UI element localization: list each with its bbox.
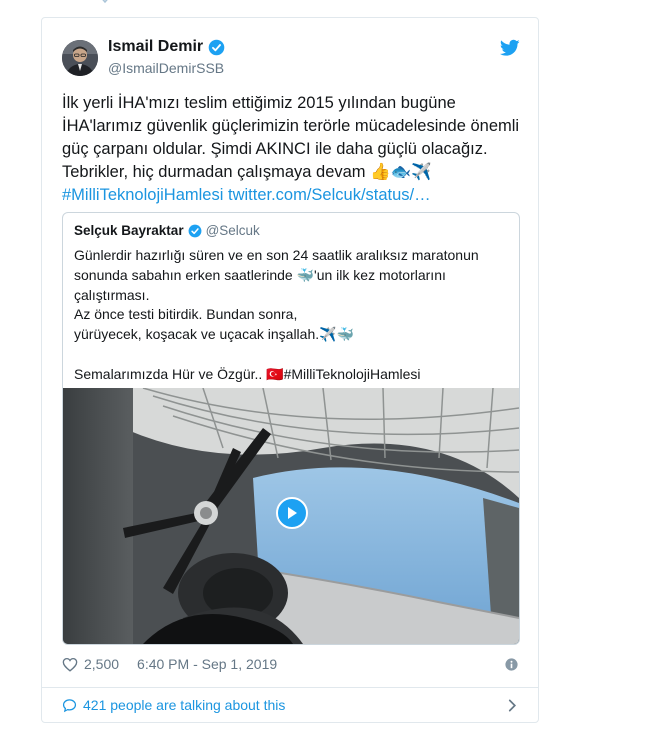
quoted-tweet[interactable]: Selçuk Bayraktar @Selcuk Günlerdir hazır… (62, 212, 520, 645)
tweet-text-line: güç çarpanı oldular. Şimdi AKINCI ile da… (62, 140, 488, 158)
hashtag-link[interactable]: #MilliTeknolojiHamlesi (62, 186, 223, 204)
author-name[interactable]: Ismail Demir (108, 38, 225, 56)
embedded-tweet-card[interactable]: Ismail Demir @IsmailDemirSSB İlk yerli İ… (41, 17, 539, 723)
avatar-photo (62, 40, 98, 76)
quoted-tweet-header: Selçuk Bayraktar @Selcuk (74, 223, 260, 238)
comment-icon (62, 698, 77, 712)
author-handle[interactable]: @IsmailDemirSSB (108, 60, 224, 76)
quoted-text-line: yürüyecek, koşacak ve uçacak inşallah.✈️… (74, 326, 354, 343)
video-thumbnail[interactable] (63, 388, 519, 644)
quoted-text-line: Semalarımızda Hür ve Özgür.. 🇹🇷#MilliTek… (74, 365, 421, 382)
quoted-text-line: Günlerdir hazırlığı süren ve en son 24 s… (74, 247, 479, 263)
like-count[interactable]: 2,500 (84, 656, 119, 672)
status-link[interactable]: twitter.com/Selcuk/status/… (228, 186, 431, 204)
quoted-author-name[interactable]: Selçuk Bayraktar (74, 223, 184, 238)
tweet-text-line: İHA'larımız güvenlik güçlerimizin terörl… (62, 117, 520, 135)
quoted-text-line: sonunda sabahın erken saatlerinde 🐳'un i… (74, 266, 446, 283)
divider (42, 687, 538, 688)
tweet-timestamp[interactable]: 6:40 PM - Sep 1, 2019 (137, 656, 277, 672)
quoted-text-line (74, 345, 514, 365)
quoted-text-line: Az önce testi bitirdik. Bundan sonra, (74, 306, 298, 323)
tweet-links-line: #MilliTeknolojiHamlesi twitter.com/Selcu… (62, 184, 522, 207)
verified-icon (188, 224, 201, 237)
info-icon[interactable] (505, 658, 518, 671)
verified-icon (208, 39, 225, 55)
quoted-text-line: çalıştırması. (74, 286, 150, 303)
heart-icon[interactable] (62, 657, 78, 672)
tooltip-arrow-icon (102, 0, 108, 4)
play-button[interactable] (276, 497, 308, 529)
conversation-text: 421 people are talking about this (83, 697, 286, 713)
author-name-text: Ismail Demir (108, 38, 204, 55)
tweet-text: İlk yerli İHA'mızı teslim ettiğimiz 2015… (62, 92, 522, 207)
conversation-link[interactable]: 421 people are talking about this (62, 697, 285, 713)
twitter-bird-icon[interactable] (500, 39, 520, 57)
quoted-tweet-text: Günlerdir hazırlığı süren ve en son 24 s… (74, 246, 514, 385)
quoted-author-handle[interactable]: @Selcuk (206, 223, 260, 238)
play-icon (288, 507, 297, 519)
tweet-meta: 2,500 6:40 PM - Sep 1, 2019 (62, 656, 277, 672)
avatar[interactable] (62, 40, 98, 76)
tweet-text-line: İlk yerli İHA'mızı teslim ettiğimiz 2015… (62, 94, 456, 112)
tweet-text-line: Tebrikler, hiç durmadan çalışmaya devam … (62, 163, 432, 181)
chevron-right-icon[interactable] (508, 699, 517, 712)
